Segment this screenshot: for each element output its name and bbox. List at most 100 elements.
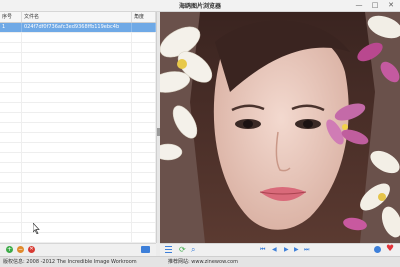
empty-cell xyxy=(22,113,132,122)
empty-cell xyxy=(0,223,22,232)
add-icon[interactable]: + xyxy=(6,246,13,253)
empty-table-row xyxy=(0,223,156,233)
title-bar: 海鸥图片浏览器 — □ ✕ xyxy=(0,0,400,12)
empty-cell xyxy=(132,233,156,242)
empty-cell xyxy=(0,163,22,172)
cell-filename: 024f7df0f736afc3ed9368ffb119ebc4b xyxy=(22,23,132,32)
empty-cell xyxy=(132,113,156,122)
mouse-cursor-icon xyxy=(33,223,40,234)
empty-cell xyxy=(22,173,132,182)
empty-cell xyxy=(0,33,22,42)
empty-table-row xyxy=(0,123,156,133)
empty-cell xyxy=(22,153,132,162)
empty-cell xyxy=(0,183,22,192)
empty-cell xyxy=(0,233,22,242)
empty-cell xyxy=(22,133,132,142)
minimize-button[interactable]: — xyxy=(354,1,364,10)
empty-cell xyxy=(22,203,132,212)
empty-cell xyxy=(22,233,132,242)
empty-cell xyxy=(0,113,22,122)
empty-cell xyxy=(22,163,132,172)
maximize-button[interactable]: □ xyxy=(370,1,380,10)
close-button[interactable]: ✕ xyxy=(386,1,396,10)
previous-image-icon[interactable]: ◀ xyxy=(272,245,277,255)
empty-cell xyxy=(22,183,132,192)
empty-cell xyxy=(22,83,132,92)
empty-table-row xyxy=(0,233,156,243)
empty-table-row xyxy=(0,73,156,83)
column-header-angle[interactable]: 角度 xyxy=(132,12,156,22)
file-list-toolbar: + − ✕ xyxy=(0,243,156,256)
empty-table-row xyxy=(0,203,156,213)
empty-table-row xyxy=(0,33,156,43)
empty-cell xyxy=(132,193,156,202)
file-table-header: 序号 文件名 角度 xyxy=(0,12,156,23)
window-title: 海鸥图片浏览器 xyxy=(178,3,221,10)
empty-table-row xyxy=(0,183,156,193)
delete-icon[interactable]: ✕ xyxy=(28,246,35,253)
empty-table-row xyxy=(0,53,156,63)
empty-cell xyxy=(0,73,22,82)
empty-cell xyxy=(132,143,156,152)
empty-cell xyxy=(132,183,156,192)
empty-cell xyxy=(0,53,22,62)
empty-cell xyxy=(0,93,22,102)
empty-table-row xyxy=(0,83,156,93)
empty-cell xyxy=(132,53,156,62)
empty-table-row xyxy=(0,113,156,123)
rotate-icon[interactable]: ⟳ xyxy=(179,245,186,254)
empty-table-row xyxy=(0,193,156,203)
empty-cell xyxy=(0,173,22,182)
empty-cell xyxy=(0,193,22,202)
play-icon[interactable]: ▶ xyxy=(284,245,289,255)
last-image-icon[interactable]: ⏭ xyxy=(304,245,309,255)
empty-cell xyxy=(22,123,132,132)
empty-cell xyxy=(132,123,156,132)
empty-cell xyxy=(22,93,132,102)
empty-cell xyxy=(132,203,156,212)
column-header-index[interactable]: 序号 xyxy=(0,12,22,22)
empty-cell xyxy=(132,33,156,42)
empty-table-row xyxy=(0,143,156,153)
list-view-icon[interactable] xyxy=(165,246,172,253)
empty-cell xyxy=(22,73,132,82)
empty-table-row xyxy=(0,93,156,103)
empty-cell xyxy=(0,133,22,142)
empty-table-row xyxy=(0,63,156,73)
empty-cell xyxy=(0,203,22,212)
empty-cell xyxy=(22,213,132,222)
next-image-icon[interactable]: ▶ xyxy=(294,245,299,255)
empty-cell xyxy=(0,43,22,52)
empty-cell xyxy=(132,93,156,102)
image-viewer[interactable] xyxy=(160,12,400,243)
column-header-filename[interactable]: 文件名 xyxy=(22,12,132,22)
cell-index: 1 xyxy=(0,23,22,32)
empty-cell xyxy=(22,53,132,62)
empty-cell xyxy=(132,153,156,162)
photo xyxy=(160,12,400,243)
empty-cell xyxy=(22,43,132,52)
empty-table-row xyxy=(0,153,156,163)
empty-table-row xyxy=(0,43,156,53)
empty-cell xyxy=(132,43,156,52)
empty-cell xyxy=(22,143,132,152)
empty-table-row xyxy=(0,133,156,143)
table-row[interactable]: 1 024f7df0f736afc3ed9368ffb119ebc4b xyxy=(0,23,156,33)
file-list-pane: 序号 文件名 角度 1 024f7df0f736afc3ed9368ffb119… xyxy=(0,12,157,243)
remove-icon[interactable]: − xyxy=(17,246,24,253)
empty-cell xyxy=(132,213,156,222)
empty-cell xyxy=(0,63,22,72)
empty-cell xyxy=(22,193,132,202)
empty-table-row xyxy=(0,163,156,173)
settings-icon[interactable] xyxy=(374,246,381,253)
favorite-heart-icon[interactable]: ♥ xyxy=(386,244,394,255)
empty-cell xyxy=(132,103,156,112)
empty-cell xyxy=(0,83,22,92)
empty-cell xyxy=(132,73,156,82)
zoom-icon[interactable]: ⌕ xyxy=(191,245,195,254)
cell-angle xyxy=(132,23,156,32)
first-image-icon[interactable]: ⏮ xyxy=(260,245,265,255)
open-folder-icon[interactable] xyxy=(141,246,150,253)
empty-cell xyxy=(0,123,22,132)
empty-cell xyxy=(22,103,132,112)
